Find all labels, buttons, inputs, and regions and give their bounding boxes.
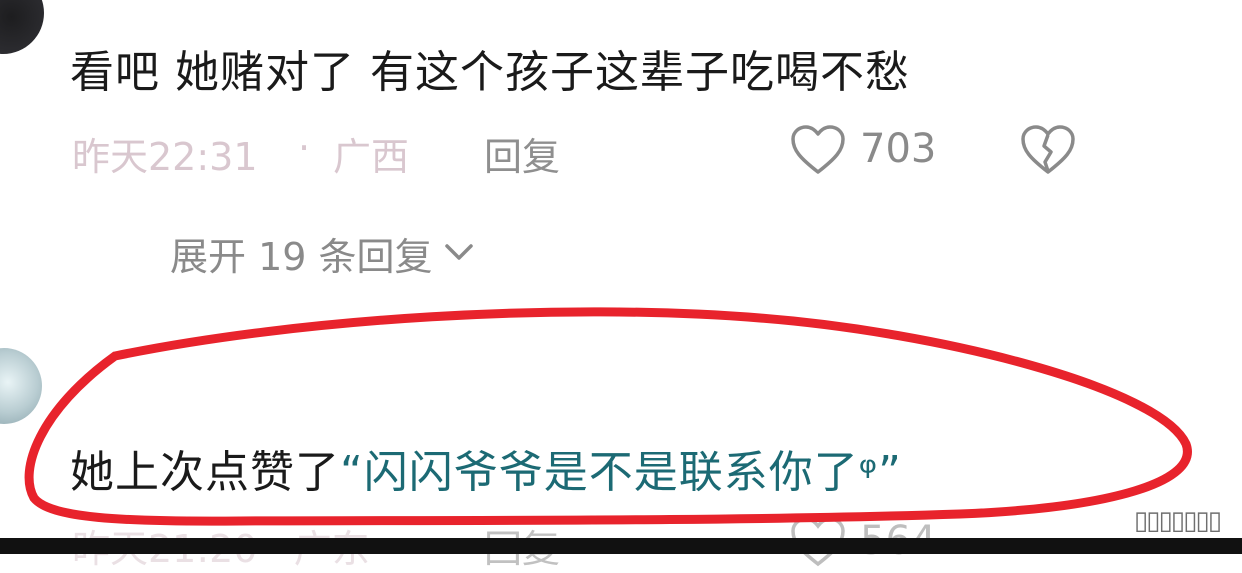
highlight-ellipse <box>24 307 1192 526</box>
watermark: ▯▯▯▯▯▯▯ <box>1133 506 1222 536</box>
bottom-bar <box>0 538 1242 554</box>
